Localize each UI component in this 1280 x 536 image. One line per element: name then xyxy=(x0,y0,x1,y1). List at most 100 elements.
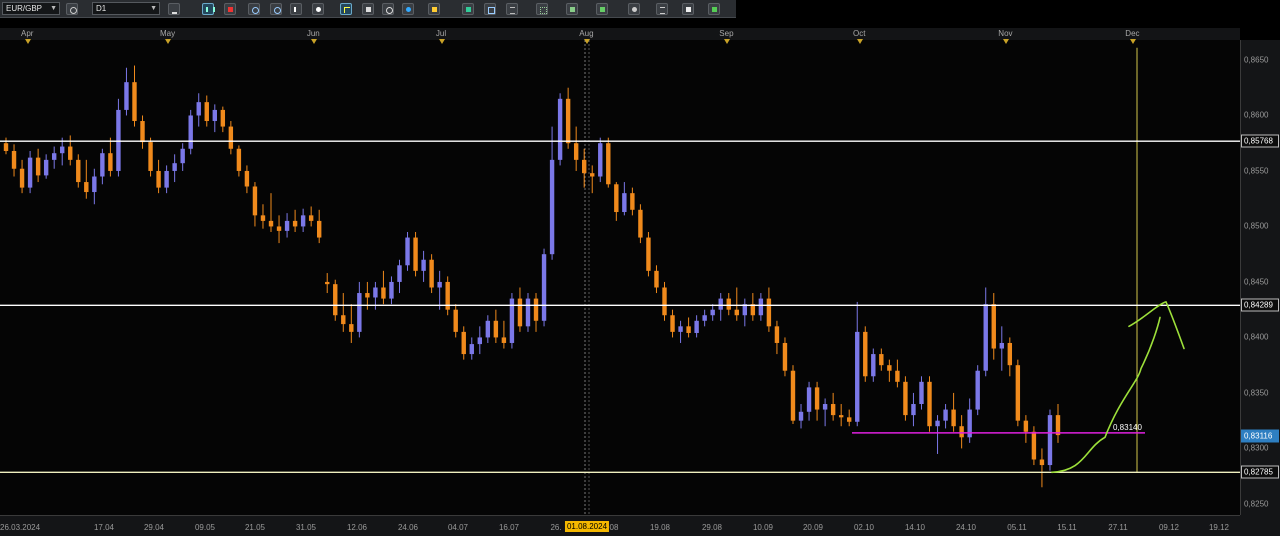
candle-body xyxy=(268,220,274,227)
toolbar: EUR/GBP ▼ D1 ▼ xyxy=(0,0,736,18)
crosshair-icon[interactable] xyxy=(340,3,352,15)
candle-body xyxy=(212,109,217,122)
candle-body xyxy=(549,159,555,255)
date-tick-label: 27.11 xyxy=(1108,523,1128,532)
candle-body xyxy=(236,148,242,171)
candle-body xyxy=(855,331,860,422)
candle-body xyxy=(276,226,282,231)
globe-icon[interactable] xyxy=(402,3,414,15)
date-tick-label: 24.10 xyxy=(955,523,977,532)
candle-body xyxy=(108,153,113,171)
candle-body xyxy=(100,153,105,177)
candle-body xyxy=(164,170,169,188)
candle-body xyxy=(670,315,675,332)
zoom-out-icon[interactable] xyxy=(270,3,282,15)
chevron-down-icon: ▼ xyxy=(50,5,57,12)
candle-body xyxy=(943,409,948,421)
candle-body xyxy=(903,381,908,416)
template-icon[interactable] xyxy=(362,3,374,15)
candle-body xyxy=(349,324,354,332)
price-tick-label: 0,8350 xyxy=(1244,388,1269,398)
dot-icon[interactable] xyxy=(312,3,324,15)
trend-icon[interactable] xyxy=(462,3,474,15)
symbol-select[interactable]: EUR/GBP ▼ xyxy=(2,2,60,15)
candle-body xyxy=(847,417,852,422)
candle-body xyxy=(598,143,603,177)
date-tick-label: 14.10 xyxy=(904,523,926,532)
eraser-icon[interactable] xyxy=(682,3,694,15)
date-tick-label: 20.09 xyxy=(802,523,824,532)
alert-icon[interactable] xyxy=(566,3,578,15)
price-tick-label: 0,8450 xyxy=(1244,277,1269,287)
fibonacci-icon[interactable] xyxy=(506,3,518,15)
candle-body xyxy=(863,331,868,377)
segment-level-label: 0,83140 xyxy=(1113,423,1142,432)
candle-body xyxy=(1031,431,1037,460)
candle-body xyxy=(790,370,796,421)
candle-body xyxy=(51,153,57,160)
candle-body xyxy=(951,409,956,427)
candle-body xyxy=(686,326,691,333)
chart-type-icon[interactable] xyxy=(168,3,180,15)
level-price-tag: 0,85768 xyxy=(1241,134,1279,148)
symbol-value: EUR/GBP xyxy=(6,4,43,13)
month-marker xyxy=(25,39,31,44)
candle-body xyxy=(710,309,715,316)
indicator-icon[interactable] xyxy=(224,3,236,15)
candle-body xyxy=(590,173,595,177)
month-label: Oct xyxy=(853,29,866,38)
month-label: Aug xyxy=(579,29,594,38)
candle-body xyxy=(84,182,89,193)
window-icon[interactable] xyxy=(484,3,496,15)
date-tick-label: 05.11 xyxy=(1007,523,1027,532)
candle-body xyxy=(60,146,65,154)
circle-icon[interactable] xyxy=(628,3,640,15)
pencil-icon[interactable] xyxy=(428,3,440,15)
settings-icon[interactable] xyxy=(596,3,608,15)
object-list-icon[interactable] xyxy=(656,3,668,15)
date-tick-label: 16.07 xyxy=(498,523,520,532)
candle-body xyxy=(308,215,314,221)
candle-body xyxy=(300,215,306,227)
grid-settings-icon[interactable] xyxy=(708,3,720,15)
candle-body xyxy=(830,404,836,416)
month-marker xyxy=(439,39,445,44)
candle-body xyxy=(774,326,780,343)
candle-body xyxy=(766,298,772,327)
candle-body xyxy=(630,193,635,210)
candle-body xyxy=(3,143,9,151)
candle-body xyxy=(838,415,844,418)
month-marker xyxy=(1130,39,1136,44)
candle-body xyxy=(92,176,97,193)
grid-icon[interactable] xyxy=(536,3,548,15)
candle-body xyxy=(573,143,579,160)
zoom-in-icon[interactable] xyxy=(248,3,260,15)
price-chart[interactable]: 0,83140 xyxy=(0,40,1240,515)
cursor-icon[interactable] xyxy=(290,3,302,15)
timeframe-select[interactable]: D1 ▼ xyxy=(92,2,160,15)
date-tick-label: 12.06 xyxy=(346,523,368,532)
candle-body xyxy=(879,354,884,366)
candle-body xyxy=(381,287,386,299)
candle-body xyxy=(1023,420,1029,432)
link-icon[interactable] xyxy=(66,3,78,15)
candle-body xyxy=(557,98,563,160)
candle-body xyxy=(11,150,17,169)
eye-icon[interactable] xyxy=(382,3,394,15)
month-label: Jun xyxy=(306,29,320,38)
candle-body xyxy=(485,320,491,338)
candle-body xyxy=(814,387,820,410)
date-tick-label: 04.07 xyxy=(447,523,469,532)
month-marker xyxy=(1003,39,1009,44)
date-tick-label: 17.04 xyxy=(93,523,115,532)
price-tick-label: 0,8250 xyxy=(1244,499,1269,509)
date-axis: 01.08.2024 26.03.2024 17.04 29.04 09.05 21.0… xyxy=(0,515,1240,536)
bar-chart-icon[interactable] xyxy=(202,3,215,15)
candle-body xyxy=(654,270,659,288)
candle-body xyxy=(453,309,458,332)
level-price-tag: 0,84289 xyxy=(1241,298,1279,312)
candle-body xyxy=(614,184,619,213)
forecast-curve xyxy=(1051,316,1161,474)
price-tick-label: 0,8550 xyxy=(1244,166,1269,176)
candle-body xyxy=(1007,342,1013,366)
